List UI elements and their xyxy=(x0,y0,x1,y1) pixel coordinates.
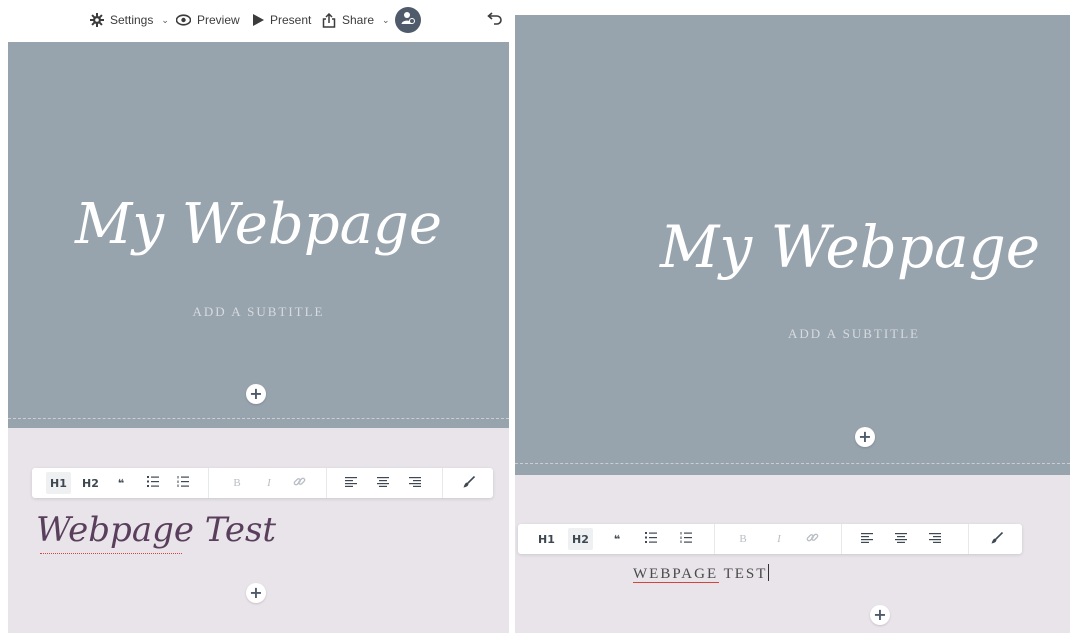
numbered-list-icon xyxy=(177,476,189,490)
play-icon xyxy=(252,14,264,26)
h2-button[interactable]: H2 xyxy=(78,472,103,494)
brush-icon xyxy=(463,475,476,491)
numbered-list-button[interactable] xyxy=(172,472,194,494)
hero-section: My Webpage ADD A SUBTITLE + xyxy=(8,42,509,428)
share-label: Share xyxy=(342,13,375,27)
toolbar-divider xyxy=(326,468,327,498)
toolbar-divider xyxy=(841,524,842,554)
preview-label: Preview xyxy=(197,13,240,27)
align-center-icon xyxy=(377,476,389,490)
plus-icon: + xyxy=(873,605,887,624)
page-subtitle[interactable]: ADD A SUBTITLE xyxy=(788,326,920,342)
undo-icon xyxy=(487,12,503,30)
quote-button[interactable]: ❝ xyxy=(606,528,628,550)
italic-button[interactable]: I xyxy=(768,528,790,550)
align-left-button[interactable] xyxy=(340,472,362,494)
align-left-icon xyxy=(861,532,873,546)
align-left-icon xyxy=(345,476,357,490)
bold-button[interactable]: B xyxy=(732,528,754,550)
align-right-icon xyxy=(929,532,941,546)
misspelled-word[interactable]: WEBPAGE xyxy=(633,566,718,582)
align-right-icon xyxy=(409,476,421,490)
gear-icon xyxy=(90,13,104,27)
top-toolbar: Settings ⌄ Preview Present Share ⌄ xyxy=(0,0,513,42)
add-block-button[interactable]: + xyxy=(246,384,266,404)
plus-icon: + xyxy=(249,583,263,602)
toolbar-divider xyxy=(714,524,715,554)
style-brush-button[interactable] xyxy=(458,472,480,494)
page-title[interactable]: My Webpage xyxy=(8,192,509,257)
numbered-list-icon xyxy=(680,532,692,546)
align-right-button[interactable] xyxy=(924,528,946,550)
brush-icon xyxy=(991,531,1004,547)
undo-button[interactable] xyxy=(487,10,505,28)
section-divider xyxy=(515,463,1070,464)
align-right-button[interactable] xyxy=(404,472,426,494)
style-brush-button[interactable] xyxy=(986,528,1008,550)
bold-button[interactable]: B xyxy=(226,472,248,494)
h2-button[interactable]: H2 xyxy=(568,528,593,550)
editor-panel-right: My Webpage ADD A SUBTITLE + H1 H2 ❝ B I xyxy=(513,0,1071,633)
link-icon xyxy=(293,475,306,491)
text-cursor xyxy=(768,564,770,581)
toolbar-divider xyxy=(968,524,969,554)
user-icon xyxy=(401,11,415,30)
toolbar-divider xyxy=(208,468,209,498)
add-block-button[interactable]: + xyxy=(246,583,266,603)
preview-button[interactable]: Preview xyxy=(176,10,240,30)
bullet-list-button[interactable] xyxy=(640,528,662,550)
page-title[interactable]: My Webpage xyxy=(660,213,1040,281)
content-section: H1 H2 ❝ B I xyxy=(515,475,1070,633)
italic-button[interactable]: I xyxy=(258,472,280,494)
align-center-button[interactable] xyxy=(372,472,394,494)
align-center-icon xyxy=(895,532,907,546)
chevron-down-icon: ⌄ xyxy=(382,14,390,25)
settings-label: Settings xyxy=(110,13,154,27)
align-left-button[interactable] xyxy=(856,528,878,550)
plus-icon: + xyxy=(858,427,872,446)
bullet-list-icon xyxy=(147,476,159,490)
add-block-button[interactable]: + xyxy=(870,605,890,625)
quote-icon: ❝ xyxy=(613,532,621,546)
h1-button[interactable]: H1 xyxy=(534,528,559,550)
format-toolbar: H1 H2 ❝ B I xyxy=(518,524,1022,554)
content-section: H1 H2 ❝ B I xyxy=(8,428,509,633)
account-avatar[interactable] xyxy=(395,7,421,33)
spellcheck-underline xyxy=(633,581,719,583)
quote-icon: ❝ xyxy=(117,476,125,490)
present-button[interactable]: Present xyxy=(252,10,311,30)
link-icon xyxy=(806,531,819,547)
bullet-list-button[interactable] xyxy=(142,472,164,494)
section-divider xyxy=(8,418,509,419)
heading-text-rest: TEST xyxy=(718,566,768,582)
toolbar-divider xyxy=(442,468,443,498)
content-heading[interactable]: Webpage Test xyxy=(36,510,276,550)
present-label: Present xyxy=(270,13,312,27)
page-subtitle[interactable]: ADD A SUBTITLE xyxy=(8,304,509,320)
h1-button[interactable]: H1 xyxy=(46,472,71,494)
plus-icon: + xyxy=(249,384,263,403)
bullet-list-icon xyxy=(645,532,657,546)
align-center-button[interactable] xyxy=(890,528,912,550)
quote-button[interactable]: ❝ xyxy=(110,472,132,494)
chevron-down-icon: ⌄ xyxy=(161,14,169,25)
format-toolbar: H1 H2 ❝ B I xyxy=(32,468,493,498)
link-button[interactable] xyxy=(801,528,823,550)
spellcheck-underline xyxy=(40,552,182,554)
share-menu[interactable]: Share ⌄ xyxy=(322,10,390,30)
share-icon xyxy=(322,12,336,28)
numbered-list-button[interactable] xyxy=(675,528,697,550)
add-block-button[interactable]: + xyxy=(855,427,875,447)
hero-section: My Webpage ADD A SUBTITLE + xyxy=(515,15,1070,475)
eye-icon xyxy=(176,14,191,26)
link-button[interactable] xyxy=(288,472,310,494)
editor-panel-left: Settings ⌄ Preview Present Share ⌄ My We… xyxy=(0,0,513,633)
settings-menu[interactable]: Settings ⌄ xyxy=(90,10,169,30)
